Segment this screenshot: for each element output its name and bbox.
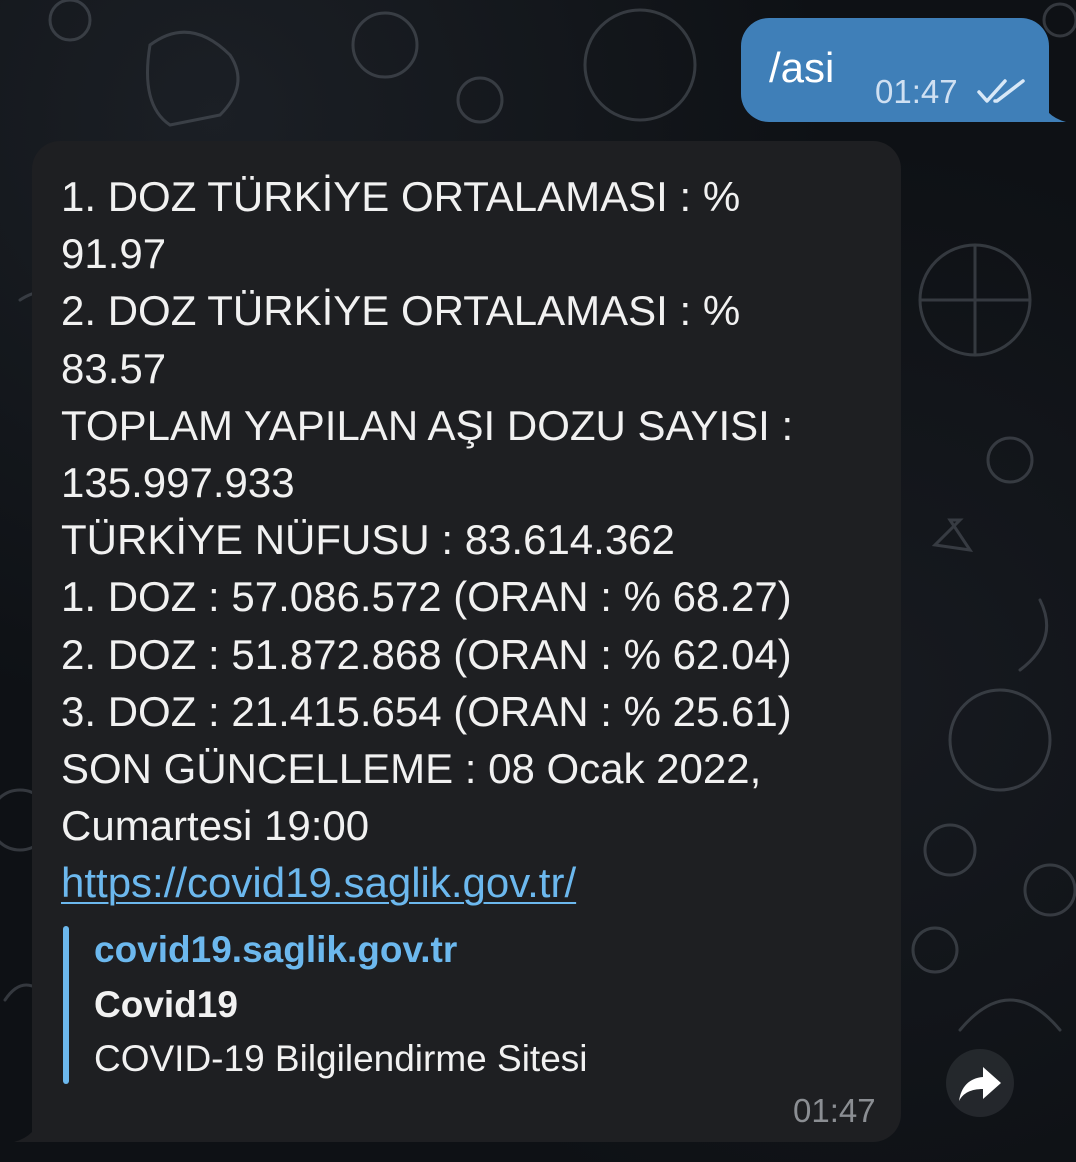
link-preview-accent-bar: [63, 926, 69, 1084]
link-preview-description: COVID-19 Bilgilendirme Sitesi: [94, 1038, 588, 1079]
message-link[interactable]: https://covid19.saglik.gov.tr/: [61, 854, 576, 911]
incoming-message-text: 1. DOZ TÜRKİYE ORTALAMASI : % 91.97 2. D…: [61, 168, 891, 854]
link-preview[interactable]: covid19.saglik.gov.tr Covid19 COVID-19 B…: [63, 926, 763, 1084]
outgoing-message-time: 01:47: [875, 73, 958, 110]
link-preview-title: Covid19: [94, 984, 238, 1025]
message-line: TÜRKİYE NÜFUSU : 83.614.362: [61, 516, 675, 564]
message-line: 2. DOZ TÜRKİYE ORTALAMASI : %: [61, 287, 741, 335]
share-button[interactable]: [946, 1049, 1014, 1117]
incoming-bubble-tail: [14, 1116, 40, 1142]
message-line: SON GÜNCELLEME : 08 Ocak 2022,: [61, 745, 762, 793]
outgoing-bubble-tail: [1040, 96, 1066, 122]
link-preview-site: covid19.saglik.gov.tr: [94, 929, 458, 970]
double-check-icon: [977, 79, 1025, 103]
outgoing-message-text: /asi: [769, 44, 835, 91]
incoming-message-bubble[interactable]: 1. DOZ TÜRKİYE ORTALAMASI : % 91.97 2. D…: [32, 141, 901, 1142]
message-line: 1. DOZ : 57.086.572 (ORAN : % 68.27): [61, 573, 792, 621]
message-line: Cumartesi 19:00: [61, 802, 370, 850]
share-arrow-icon: [959, 1067, 1001, 1101]
message-line: TOPLAM YAPILAN AŞI DOZU SAYISI :: [61, 401, 794, 449]
message-line: 3. DOZ : 21.415.654 (ORAN : % 25.61): [61, 687, 792, 735]
message-line: 1. DOZ TÜRKİYE ORTALAMASI : %: [61, 173, 741, 220]
message-line: 91.97: [61, 230, 167, 278]
message-line: 135.997.933: [61, 459, 295, 507]
message-line: 83.57: [61, 344, 167, 392]
outgoing-message-bubble[interactable]: /asi 01:47: [741, 18, 1049, 122]
incoming-message-time: 01:47: [793, 1092, 876, 1129]
message-line: 2. DOZ : 51.872.868 (ORAN : % 62.04): [61, 630, 792, 678]
